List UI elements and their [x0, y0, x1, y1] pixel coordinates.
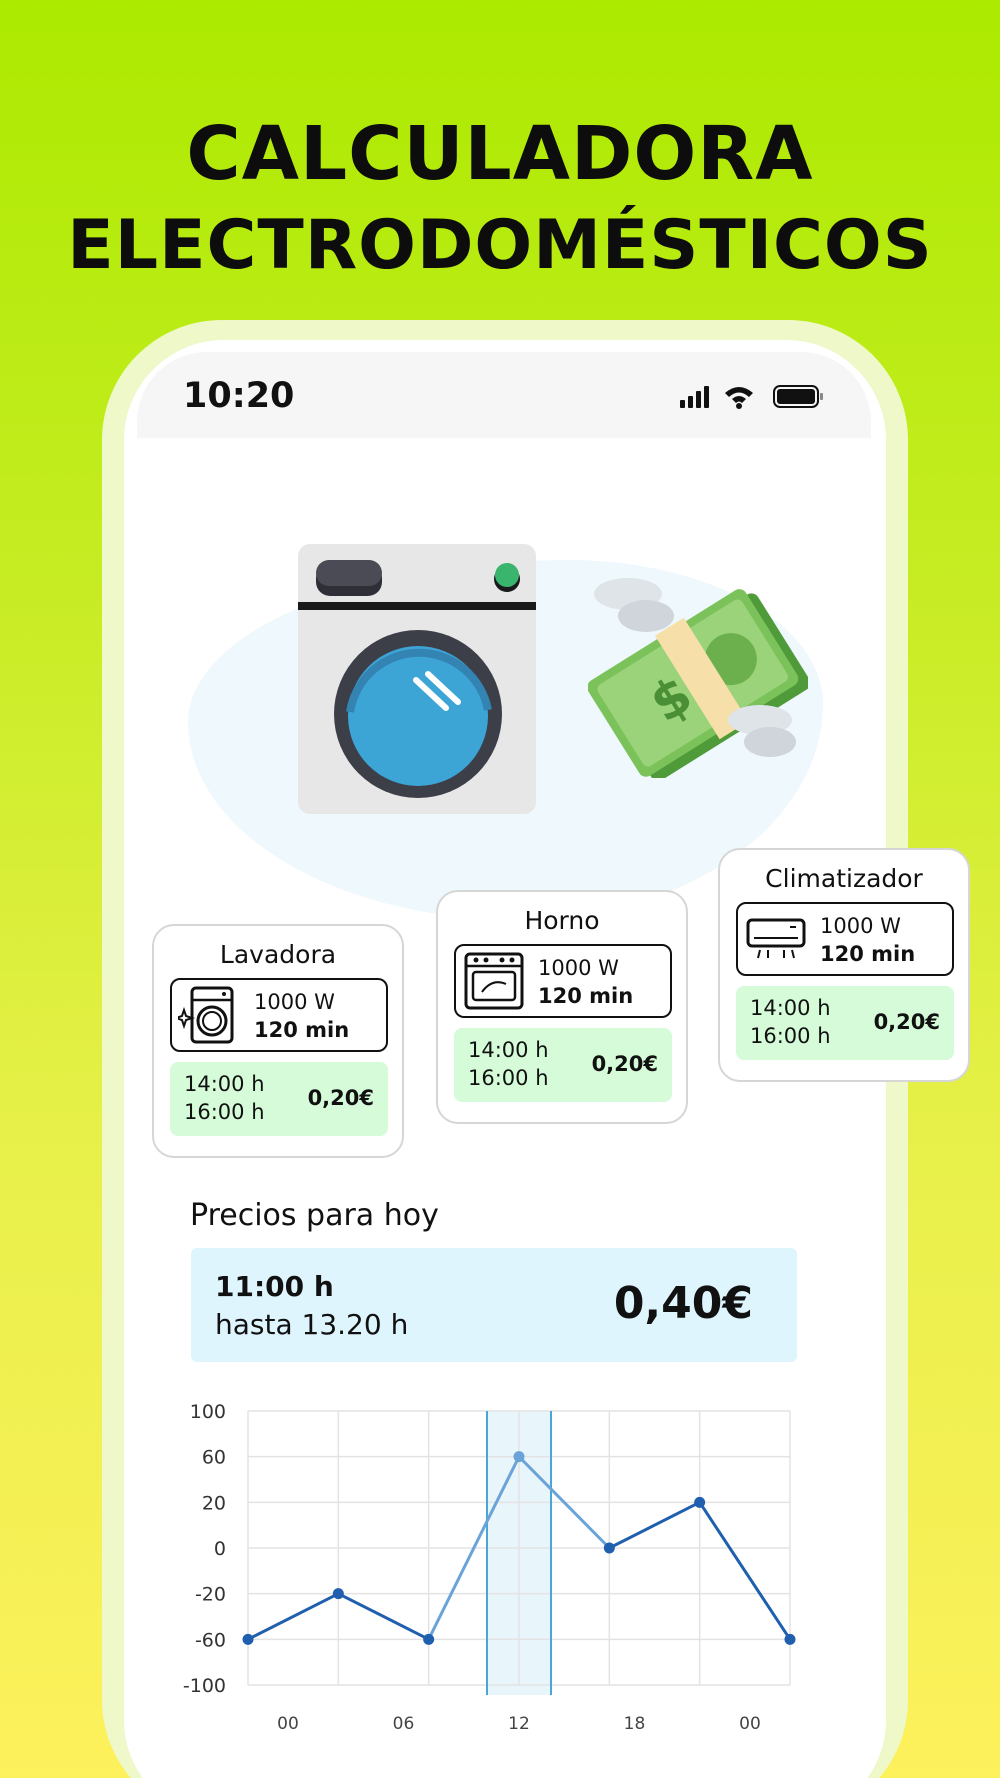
card-title: Horno [524, 906, 600, 935]
signal-icon [680, 386, 709, 408]
card-spec: 1000 W 120 min [736, 902, 954, 976]
price-hour: 11:00 h [215, 1270, 334, 1303]
y-tick-label: 60 [202, 1447, 226, 1469]
card-price: 0,20€ [307, 1086, 374, 1110]
card-title: Lavadora [219, 940, 337, 969]
card-time-end: 16:00 h [750, 1024, 831, 1048]
current-price-box[interactable]: 11:00 h hasta 13.20 h 0,40€ [191, 1248, 797, 1362]
card-power: 1000 W [254, 990, 335, 1014]
headline-line-2: ELECTRODOMÉSTICOS [67, 206, 933, 285]
card-duration: 120 min [820, 942, 916, 966]
appliance-card-horno[interactable]: Horno 1000 W 120 min 14:00 h 16:00 h 0,2… [436, 890, 688, 1124]
series-line [607, 1500, 702, 1550]
card-time-end: 16:00 h [468, 1066, 549, 1090]
battery-icon [773, 385, 823, 408]
x-tick-label: 18 [624, 1714, 646, 1734]
data-point [332, 1588, 344, 1600]
card-time-start: 14:00 h [750, 996, 831, 1020]
washing-machine-icon [178, 986, 234, 1044]
oven-icon [464, 952, 524, 1010]
y-tick-label: 20 [202, 1492, 226, 1514]
card-power: 1000 W [820, 914, 901, 938]
data-point [242, 1633, 254, 1645]
data-point [603, 1542, 615, 1554]
card-power: 1000 W [538, 956, 619, 980]
x-tick-label: 00 [277, 1714, 299, 1734]
status-time: 10:20 [183, 376, 295, 416]
series-line [246, 1592, 340, 1641]
washing-machine-icon [298, 544, 536, 814]
data-point [784, 1633, 796, 1645]
card-title: Climatizador [765, 864, 923, 893]
card-spec: 1000 W 120 min [454, 944, 672, 1018]
y-tick-label: -20 [195, 1584, 226, 1606]
air-conditioner-icon [746, 918, 806, 959]
prices-title: Precios para hoy [190, 1198, 439, 1233]
card-price-row: 14:00 h 16:00 h 0,20€ [170, 1062, 388, 1136]
card-duration: 120 min [254, 1018, 350, 1042]
y-tick-label: -60 [195, 1629, 226, 1651]
y-tick-label: 100 [190, 1401, 226, 1423]
data-point [513, 1451, 525, 1463]
price-until: hasta 13.20 h [215, 1308, 409, 1341]
flying-money-icon: $ [588, 578, 808, 778]
price-chart[interactable]: 100 60 20 0 -20 -60 -100 00 06 12 18 00 [150, 1385, 810, 1755]
x-tick-label: 12 [508, 1714, 530, 1734]
appliance-card-lavadora[interactable]: Lavadora 1000 W 120 min 14:00 h 16:00 h … [152, 924, 404, 1158]
card-time-start: 14:00 h [468, 1038, 549, 1062]
y-tick-label: -100 [183, 1675, 226, 1697]
card-price-row: 14:00 h 16:00 h 0,20€ [454, 1028, 672, 1102]
x-tick-label: 06 [393, 1714, 415, 1734]
x-tick-label: 00 [739, 1714, 761, 1734]
card-price: 0,20€ [873, 1010, 940, 1034]
series-line [698, 1500, 792, 1641]
y-tick-label: 0 [214, 1538, 226, 1560]
card-price: 0,20€ [591, 1052, 658, 1076]
data-point [423, 1633, 435, 1645]
data-point [694, 1496, 706, 1508]
appliance-card-climatizador[interactable]: Climatizador 1000 W 120 min 14:00 h 16:0… [718, 848, 970, 1082]
card-duration: 120 min [538, 984, 634, 1008]
card-time-end: 16:00 h [184, 1100, 265, 1124]
card-time-start: 14:00 h [184, 1072, 265, 1096]
status-icons [680, 385, 823, 409]
series-line [336, 1592, 431, 1641]
wifi-icon [725, 387, 753, 409]
headline: CALCULADORA ELECTRODOMÉSTICOS [0, 108, 1000, 292]
card-price-row: 14:00 h 16:00 h 0,20€ [736, 986, 954, 1060]
card-spec: 1000 W 120 min [170, 978, 388, 1052]
price-value: 0,40€ [613, 1278, 753, 1329]
headline-line-1: CALCULADORA [186, 111, 814, 197]
